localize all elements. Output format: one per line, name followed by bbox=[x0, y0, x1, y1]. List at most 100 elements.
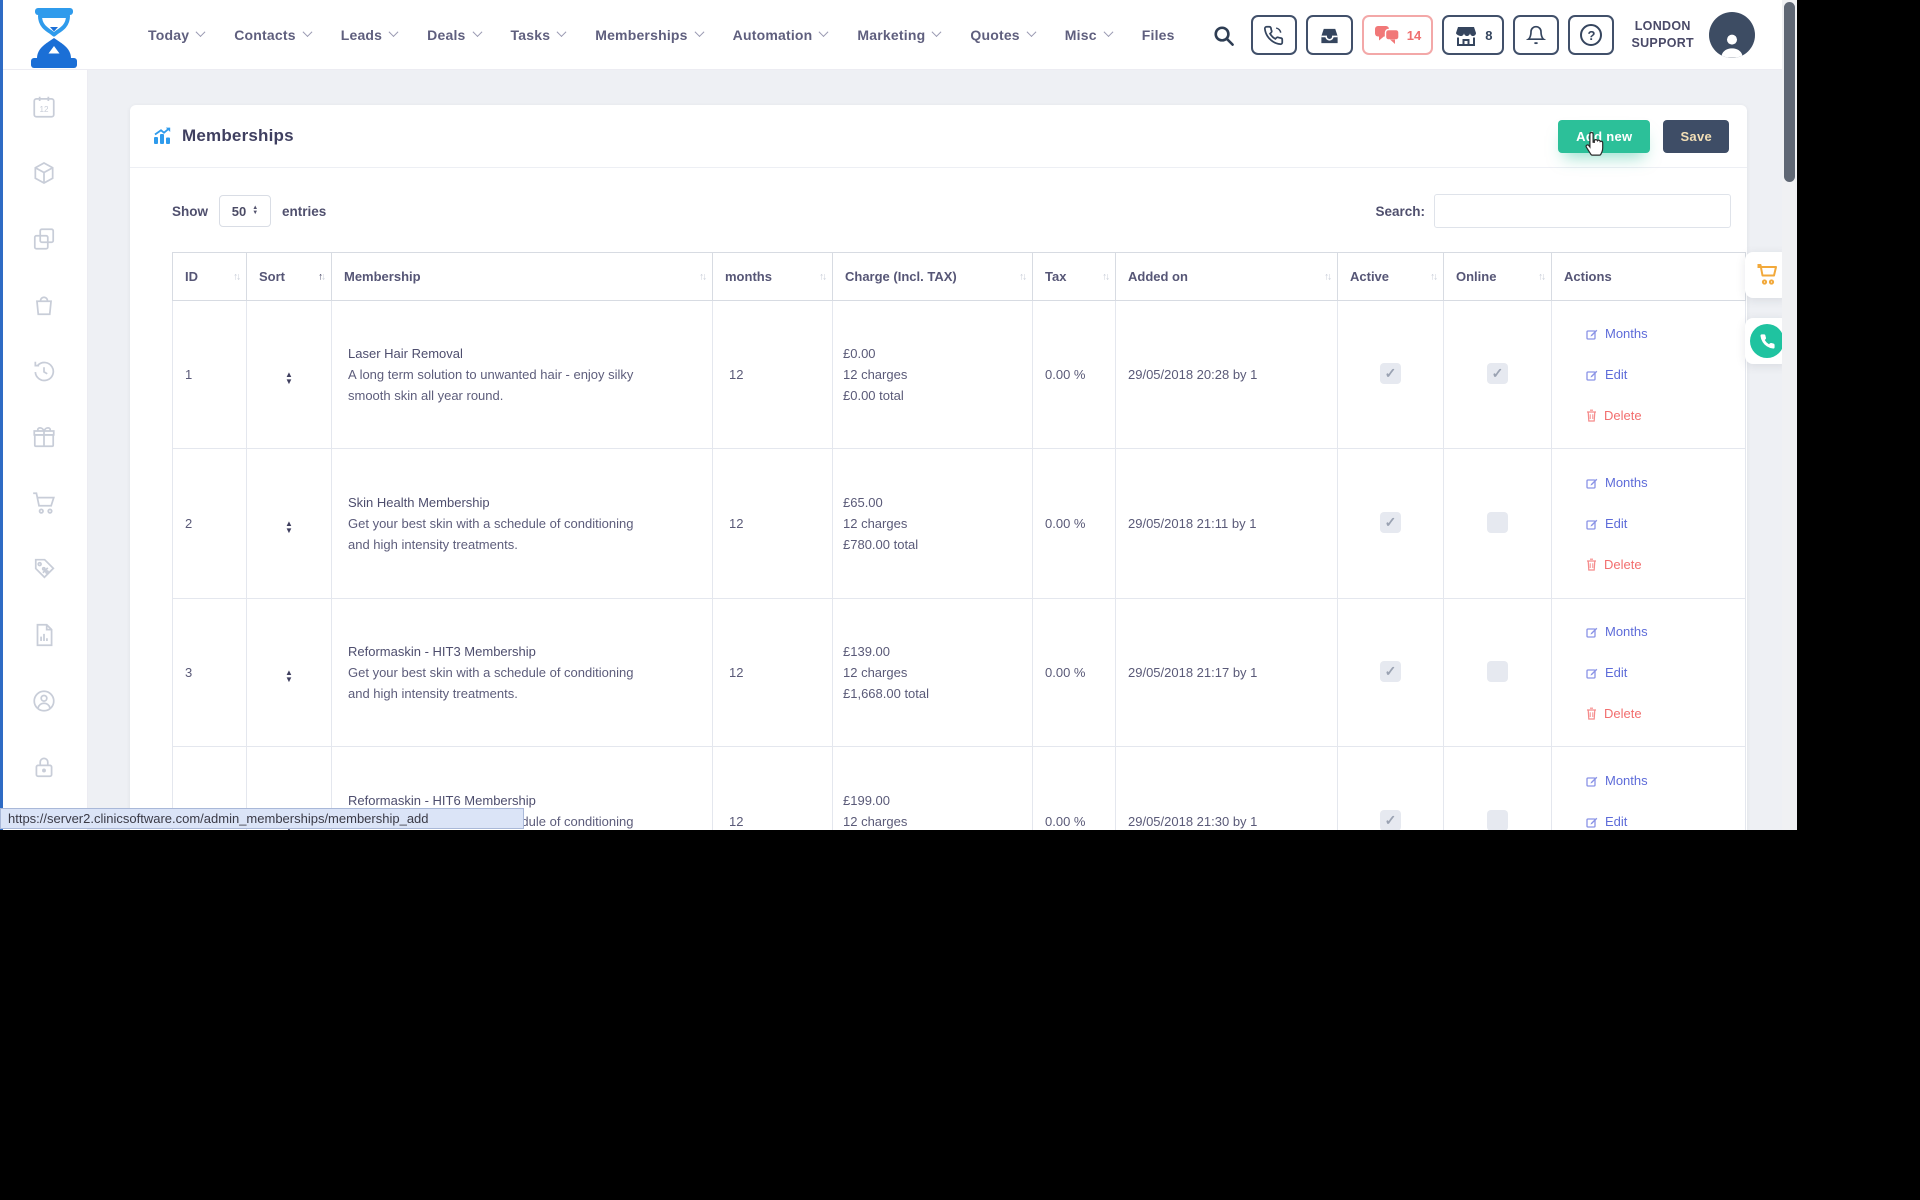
nav-quotes[interactable]: Quotes bbox=[970, 27, 1034, 43]
show-label: Show bbox=[172, 204, 208, 219]
cell-charge: £139.00 12 charges £1,668.00 total bbox=[833, 599, 1033, 747]
app-logo[interactable] bbox=[28, 8, 80, 68]
edit-icon bbox=[1586, 477, 1598, 489]
sidebar-item-account[interactable] bbox=[29, 688, 59, 714]
months-link[interactable]: Months bbox=[1586, 624, 1745, 639]
search-button[interactable] bbox=[1212, 24, 1235, 47]
vertical-scrollbar[interactable] bbox=[1782, 0, 1797, 830]
nav-memberships[interactable]: Memberships bbox=[595, 27, 702, 43]
search-input[interactable] bbox=[1434, 194, 1731, 228]
online-checkbox[interactable] bbox=[1487, 363, 1508, 384]
edit-link[interactable]: Edit bbox=[1586, 814, 1745, 829]
col-header-membership[interactable]: Membership↑↓ bbox=[332, 253, 713, 301]
online-checkbox[interactable] bbox=[1487, 661, 1508, 682]
edit-link[interactable]: Edit bbox=[1586, 516, 1745, 531]
col-header-online[interactable]: Online↑↓ bbox=[1444, 253, 1552, 301]
phone-button[interactable] bbox=[1251, 15, 1297, 55]
nav-today[interactable]: Today bbox=[148, 27, 204, 43]
report-document-icon bbox=[31, 622, 57, 648]
active-checkbox[interactable] bbox=[1380, 512, 1401, 533]
nav-quotes-label: Quotes bbox=[970, 27, 1019, 43]
nav-tasks[interactable]: Tasks bbox=[511, 27, 566, 43]
delete-link[interactable]: Delete bbox=[1586, 408, 1745, 423]
nav-deals[interactable]: Deals bbox=[427, 27, 480, 43]
nav-leads[interactable]: Leads bbox=[341, 27, 397, 43]
entries-label: entries bbox=[282, 204, 326, 219]
table-row: 1 ▲▼ Laser Hair Removal A long term solu… bbox=[173, 301, 1746, 449]
cell-membership: Reformaskin - HIT3 Membership Get your b… bbox=[332, 599, 713, 747]
sidebar-item-bag[interactable] bbox=[29, 292, 59, 318]
sidebar-item-report[interactable] bbox=[29, 622, 59, 648]
nav-marketing[interactable]: Marketing bbox=[857, 27, 940, 43]
store-button[interactable]: 8 bbox=[1442, 15, 1504, 55]
col-header-tax[interactable]: Tax↑↓ bbox=[1033, 253, 1116, 301]
col-header-id[interactable]: ID↑↓ bbox=[173, 253, 247, 301]
sidebar-item-lock[interactable] bbox=[29, 754, 59, 780]
save-button[interactable]: Save bbox=[1663, 120, 1729, 153]
hand-cursor bbox=[1582, 130, 1606, 163]
sidebar-item-calendar[interactable]: 12 bbox=[29, 94, 59, 120]
months-link[interactable]: Months bbox=[1586, 773, 1745, 788]
phone-icon bbox=[1759, 333, 1776, 350]
col-label: Online bbox=[1456, 269, 1496, 284]
sidebar-item-history[interactable] bbox=[29, 358, 59, 384]
sort-arrows-icon: ↑↓ bbox=[1019, 271, 1025, 282]
col-header-charge[interactable]: Charge (Incl. TAX)↑↓ bbox=[833, 253, 1033, 301]
sidebar-item-cart[interactable] bbox=[29, 490, 59, 516]
drag-sort-icon[interactable]: ▲▼ bbox=[285, 669, 293, 683]
charge-count: 12 charges bbox=[843, 811, 1032, 830]
shopping-bag-icon bbox=[31, 292, 57, 318]
delete-link[interactable]: Delete bbox=[1586, 706, 1745, 721]
scrollbar-thumb[interactable] bbox=[1784, 2, 1795, 182]
col-header-active[interactable]: Active↑↓ bbox=[1338, 253, 1444, 301]
sidebar-item-copies[interactable] bbox=[29, 226, 59, 252]
active-checkbox[interactable] bbox=[1380, 810, 1401, 831]
months-link[interactable]: Months bbox=[1586, 475, 1745, 490]
cell-tax: 0.00 % bbox=[1033, 449, 1116, 599]
chat-button[interactable]: 14 bbox=[1362, 15, 1433, 55]
cell-membership: Laser Hair Removal A long term solution … bbox=[332, 301, 713, 449]
edit-label: Edit bbox=[1605, 665, 1627, 680]
col-header-months[interactable]: months↑↓ bbox=[713, 253, 833, 301]
chevron-down-icon bbox=[196, 27, 206, 37]
drag-sort-icon[interactable]: ▲▼ bbox=[285, 520, 293, 534]
delete-label: Delete bbox=[1604, 706, 1642, 721]
col-label: Added on bbox=[1128, 269, 1188, 284]
months-link[interactable]: Months bbox=[1586, 326, 1745, 341]
table-header-row: ID↑↓ Sort↑↓ Membership↑↓ months↑↓ Charge… bbox=[173, 253, 1746, 301]
active-checkbox[interactable] bbox=[1380, 661, 1401, 682]
sidebar-item-package[interactable] bbox=[29, 160, 59, 186]
notifications-button[interactable] bbox=[1513, 15, 1559, 55]
drag-sort-icon[interactable]: ▲▼ bbox=[285, 371, 293, 385]
active-checkbox[interactable] bbox=[1380, 363, 1401, 384]
cell-months: 12 bbox=[713, 747, 833, 831]
sidebar-item-tag[interactable] bbox=[29, 556, 59, 582]
col-header-sort[interactable]: Sort↑↓ bbox=[247, 253, 332, 301]
membership-desc: smooth skin all year round. bbox=[348, 385, 676, 406]
nav-files[interactable]: Files bbox=[1142, 27, 1175, 43]
edit-link[interactable]: Edit bbox=[1586, 665, 1745, 680]
sidebar-item-gift[interactable] bbox=[29, 424, 59, 450]
nav-misc[interactable]: Misc bbox=[1065, 27, 1112, 43]
col-header-added-on[interactable]: Added on↑↓ bbox=[1116, 253, 1338, 301]
charge-amount: £139.00 bbox=[843, 641, 1032, 662]
nav-automation[interactable]: Automation bbox=[733, 27, 828, 43]
edit-link[interactable]: Edit bbox=[1586, 367, 1745, 382]
cell-added-on: 29/05/2018 21:30 by 1 bbox=[1116, 747, 1338, 831]
col-header-actions: Actions bbox=[1552, 253, 1746, 301]
nav-contacts[interactable]: Contacts bbox=[234, 27, 311, 43]
inbox-button[interactable] bbox=[1306, 15, 1353, 55]
history-icon bbox=[31, 358, 57, 384]
help-button[interactable]: ? bbox=[1568, 15, 1614, 55]
online-checkbox[interactable] bbox=[1487, 512, 1508, 533]
cell-tax: 0.00 % bbox=[1033, 747, 1116, 831]
chevron-down-icon bbox=[694, 27, 704, 37]
cell-charge: £0.00 12 charges £0.00 total bbox=[833, 301, 1033, 449]
cart-icon bbox=[31, 490, 57, 516]
online-checkbox[interactable] bbox=[1487, 810, 1508, 831]
avatar[interactable] bbox=[1709, 12, 1755, 58]
chat-count-badge: 14 bbox=[1407, 28, 1421, 43]
chevron-down-icon bbox=[1026, 27, 1036, 37]
page-size-select[interactable]: 50 ▲▼ bbox=[219, 195, 271, 227]
delete-link[interactable]: Delete bbox=[1586, 557, 1745, 572]
